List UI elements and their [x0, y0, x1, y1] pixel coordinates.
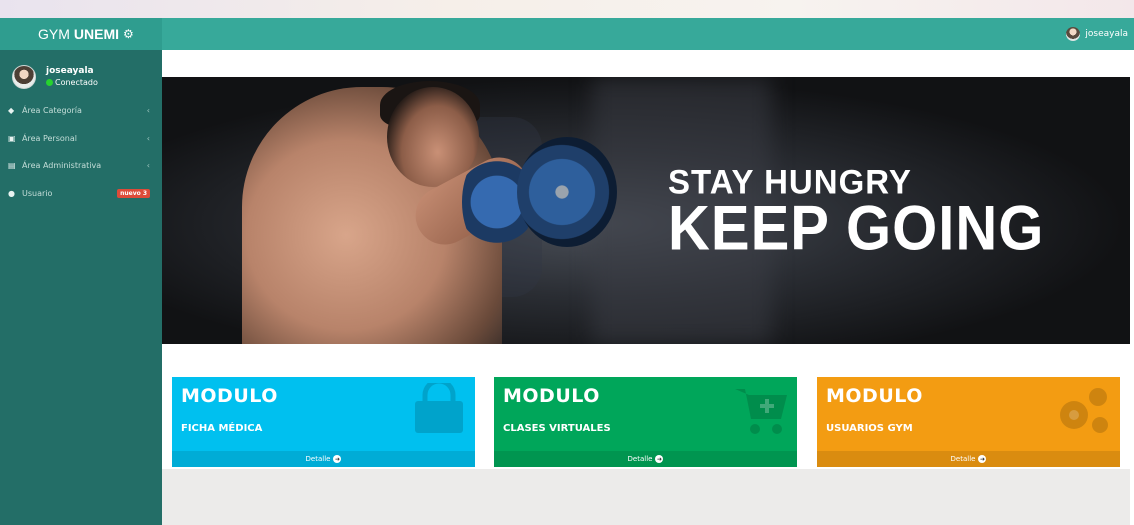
sidebar-item-label: Usuario: [22, 188, 53, 198]
user-menu[interactable]: joseayala: [1066, 18, 1128, 50]
id-card-icon: ▣: [8, 133, 16, 143]
sidebar-item-area-personal[interactable]: ▣ Área Personal ‹: [0, 125, 162, 153]
chevron-left-icon: ‹: [146, 161, 150, 171]
user-icon: ●: [8, 188, 15, 198]
sidebar-item-label: Área Administrativa: [22, 161, 102, 171]
module-title: MODULO: [826, 385, 923, 407]
detalle-label: Detalle: [950, 455, 976, 463]
detalle-label: Detalle: [305, 455, 331, 463]
module-box-clases-virtuales: MODULO CLASES VIRTUALES Detalle ➜: [494, 377, 797, 467]
module-subtitle: USUARIOS GYM: [826, 423, 913, 434]
brand-light-text: GYM: [38, 26, 70, 42]
tags-icon: ◆: [8, 106, 15, 116]
sidebar-item-label: Área Categoría: [22, 106, 82, 116]
gears-icon: ⚙: [123, 27, 134, 41]
hero-banner: STAY HUNGRY KEEP GOING: [162, 77, 1130, 344]
module-title: MODULO: [181, 385, 278, 407]
cart-plus-icon: [733, 383, 789, 447]
detalle-link[interactable]: Detalle ➜: [494, 451, 797, 467]
clipboard-icon: ▤: [8, 161, 16, 171]
content-footer-area: [162, 469, 1130, 525]
status-text: Conectado: [55, 77, 98, 87]
online-status: Conectado: [46, 77, 98, 88]
module-title: MODULO: [503, 385, 600, 407]
banner-slogan: STAY HUNGRY KEEP GOING: [668, 162, 1044, 260]
online-dot-icon: [46, 78, 53, 86]
arrow-circle-right-icon: ➜: [655, 455, 664, 463]
module-box-ficha-medica: MODULO FICHA MÉDICA Detalle ➜: [172, 377, 475, 467]
arrow-circle-right-icon: ➜: [333, 455, 342, 463]
top-navbar: [0, 18, 1134, 50]
user-panel: joseayala Conectado: [0, 50, 162, 94]
profile-name: joseayala: [46, 65, 94, 76]
detalle-link[interactable]: Detalle ➜: [172, 451, 475, 467]
sidebar-item-label: Área Personal: [22, 133, 77, 143]
brand-logo[interactable]: GYM UNEMI ⚙: [0, 18, 162, 50]
module-subtitle: CLASES VIRTUALES: [503, 423, 611, 434]
gears-icon: [1052, 383, 1112, 447]
sidebar-item-area-administrativa[interactable]: ▤ Área Administrativa ‹: [0, 152, 162, 180]
brand-bold-text: UNEMI: [73, 26, 120, 42]
sidebar-item-area-categoria[interactable]: ◆ Área Categoría ‹: [0, 97, 162, 125]
sidebar-item-usuario[interactable]: ● Usuario nuevo 3: [0, 180, 162, 208]
main-content: STAY HUNGRY KEEP GOING MODULO FICHA MÉDI…: [162, 50, 1132, 525]
avatar: [12, 64, 36, 89]
sidebar-menu: ◆ Área Categoría ‹ ▣ Área Personal ‹ ▤ Á…: [0, 97, 162, 207]
new-badge: nuevo 3: [117, 188, 150, 198]
username-label: joseayala: [1085, 29, 1128, 39]
sidebar: joseayala Conectado ◆ Área Categoría ‹ ▣…: [0, 50, 162, 525]
detalle-link[interactable]: Detalle ➜: [817, 451, 1120, 467]
browser-top-strip: [0, 0, 1134, 18]
detalle-label: Detalle: [627, 455, 653, 463]
module-box-usuarios-gym: MODULO USUARIOS GYM Detalle ➜: [817, 377, 1120, 467]
chevron-left-icon: ‹: [146, 106, 150, 116]
arrow-circle-right-icon: ➜: [978, 455, 987, 463]
slogan-line-2: KEEP GOING: [668, 193, 1045, 264]
dumbbell-plate-front: [517, 137, 617, 247]
chevron-left-icon: ‹: [146, 133, 150, 143]
module-subtitle: FICHA MÉDICA: [181, 423, 263, 434]
avatar: [1066, 27, 1081, 41]
shopping-bag-icon: [411, 378, 467, 443]
